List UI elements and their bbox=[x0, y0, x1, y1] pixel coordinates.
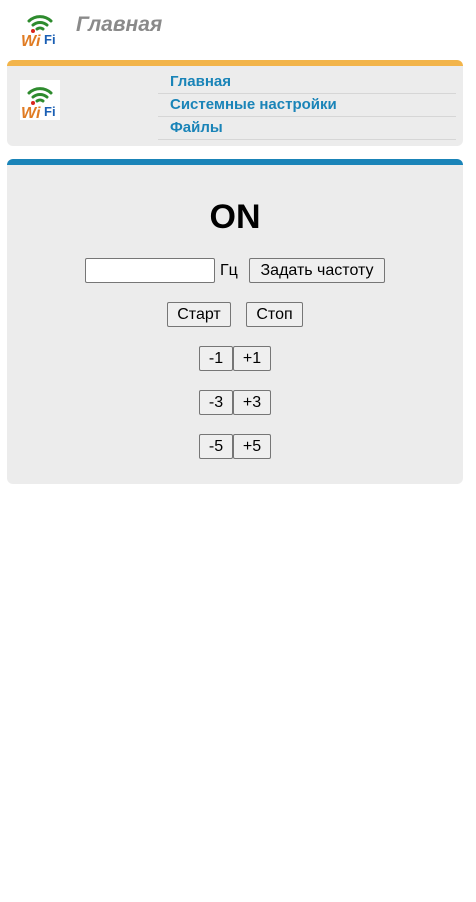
nav-link-system-settings[interactable]: Системные настройки bbox=[158, 94, 456, 117]
svg-text:Wi: Wi bbox=[21, 33, 41, 48]
svg-text:Fi: Fi bbox=[44, 104, 56, 119]
frequency-input[interactable] bbox=[85, 258, 215, 283]
set-frequency-button[interactable]: Задать частоту bbox=[249, 258, 385, 283]
stop-button[interactable]: Стоп bbox=[246, 302, 303, 327]
control-panel: ON Гц Задать частоту Старт Стоп -1 +1 -3… bbox=[7, 159, 463, 484]
decrease-1-button[interactable]: -1 bbox=[199, 346, 233, 371]
page-title: Главная bbox=[76, 13, 163, 36]
nav-panel: Wi Fi Главная Системные настройки Файлы bbox=[7, 60, 463, 146]
frequency-unit-label: Гц bbox=[220, 262, 238, 279]
nav-link-home[interactable]: Главная bbox=[158, 71, 456, 94]
wifi-logo-icon: Wi Fi bbox=[20, 80, 60, 120]
svg-text:Fi: Fi bbox=[44, 32, 56, 47]
nav-link-files[interactable]: Файлы bbox=[158, 117, 456, 140]
start-button[interactable]: Старт bbox=[167, 302, 231, 327]
increase-5-button[interactable]: +5 bbox=[233, 434, 271, 459]
increase-3-button[interactable]: +3 bbox=[233, 390, 271, 415]
decrease-5-button[interactable]: -5 bbox=[199, 434, 233, 459]
svg-text:Wi: Wi bbox=[21, 105, 41, 120]
decrease-3-button[interactable]: -3 bbox=[199, 390, 233, 415]
page-header: Wi Fi Главная bbox=[0, 0, 476, 52]
nav-menu: Главная Системные настройки Файлы bbox=[158, 71, 456, 140]
state-indicator: ON bbox=[209, 198, 261, 236]
increase-1-button[interactable]: +1 bbox=[233, 346, 271, 371]
wifi-logo-icon: Wi Fi bbox=[20, 8, 60, 48]
